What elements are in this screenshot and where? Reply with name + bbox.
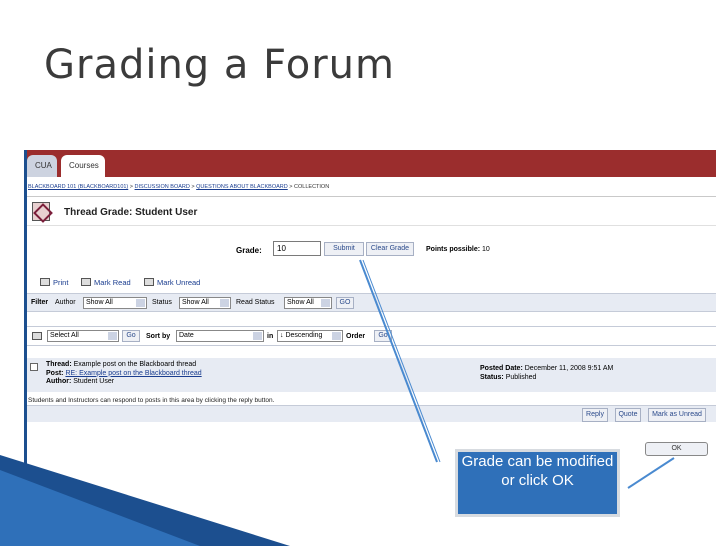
arrow-to-ok-button — [627, 457, 675, 489]
arrow-to-grade-input-shadow — [362, 259, 441, 463]
arrow-to-grade-input — [359, 259, 438, 463]
callout-box: Grade can be modified or click OK — [455, 449, 620, 517]
